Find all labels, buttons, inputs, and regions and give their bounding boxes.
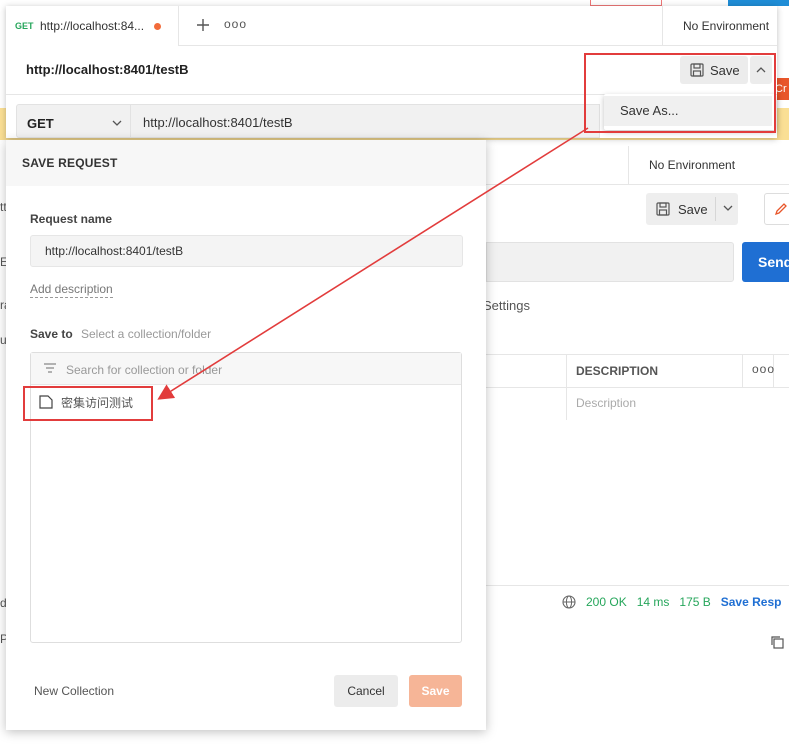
modal-save-button[interactable]: Save bbox=[409, 675, 462, 707]
bg-save-button[interactable]: Save bbox=[646, 193, 738, 225]
tab-method: GET bbox=[15, 21, 34, 31]
request-name-label: Request name bbox=[30, 212, 113, 226]
environment-selector[interactable]: No Environment bbox=[662, 6, 777, 46]
bg-divider bbox=[486, 184, 789, 185]
annotation-box-collection bbox=[23, 386, 153, 421]
add-description-link[interactable]: Add description bbox=[30, 282, 113, 298]
request-name-input[interactable]: http://localhost:8401/testB bbox=[30, 235, 463, 267]
globe-icon bbox=[562, 595, 576, 609]
status-code: 200 OK bbox=[586, 595, 627, 609]
response-size: 175 B bbox=[679, 595, 711, 609]
pencil-icon bbox=[774, 203, 787, 216]
save-to-label: Save to bbox=[30, 327, 73, 341]
bg-description-cell[interactable]: Description bbox=[576, 396, 636, 410]
save-request-modal: SAVE REQUEST Request name http://localho… bbox=[6, 140, 486, 730]
bg-more-icon[interactable]: ooo bbox=[752, 362, 775, 376]
collection-search-placeholder: Search for collection or folder bbox=[66, 363, 223, 377]
save-to-hint: Select a collection/folder bbox=[81, 327, 212, 341]
save-response-button[interactable]: Save Resp bbox=[721, 595, 782, 609]
bg-environment-selector[interactable]: No Environment bbox=[628, 146, 789, 184]
new-collection-link[interactable]: New Collection bbox=[34, 684, 114, 698]
url-input[interactable]: http://localhost:8401/testB bbox=[130, 104, 600, 138]
request-name: http://localhost:8401/testB bbox=[26, 62, 189, 77]
request-tab[interactable]: GET http://localhost:84... bbox=[6, 6, 179, 46]
url-value: http://localhost:8401/testB bbox=[143, 115, 293, 130]
chevron-down-icon bbox=[112, 120, 122, 126]
bg-divider bbox=[486, 585, 789, 586]
cancel-button[interactable]: Cancel bbox=[334, 675, 398, 707]
bg-edit-button[interactable] bbox=[764, 193, 789, 225]
method-select[interactable]: GET bbox=[16, 104, 131, 138]
bg-description-header: DESCRIPTION bbox=[576, 364, 659, 378]
bg-response-status: 200 OK 14 ms 175 B Save Resp bbox=[562, 595, 781, 609]
bg-url-input[interactable] bbox=[486, 242, 734, 282]
method-label: GET bbox=[27, 116, 54, 131]
response-time: 14 ms bbox=[636, 595, 670, 609]
bg-send-button[interactable]: Send bbox=[742, 242, 789, 282]
save-icon bbox=[656, 202, 670, 216]
tab-title: http://localhost:84... bbox=[40, 19, 145, 33]
annotation-box-save-as bbox=[584, 53, 776, 133]
bg-tab-settings[interactable]: Settings bbox=[483, 298, 530, 313]
plus-icon[interactable] bbox=[192, 14, 214, 36]
more-icon[interactable]: ooo bbox=[224, 17, 247, 31]
modal-header: SAVE REQUEST bbox=[6, 140, 486, 186]
bg-save-label: Save bbox=[678, 201, 708, 217]
filter-icon bbox=[44, 363, 56, 373]
copy-icon[interactable] bbox=[770, 635, 786, 651]
modal-title: SAVE REQUEST bbox=[22, 156, 118, 170]
collection-search-input[interactable]: Search for collection or folder bbox=[31, 353, 461, 385]
tab-bar: GET http://localhost:84... ooo No Enviro… bbox=[6, 6, 777, 46]
unsaved-dot-icon bbox=[154, 23, 161, 30]
chevron-down-icon[interactable] bbox=[722, 202, 734, 214]
